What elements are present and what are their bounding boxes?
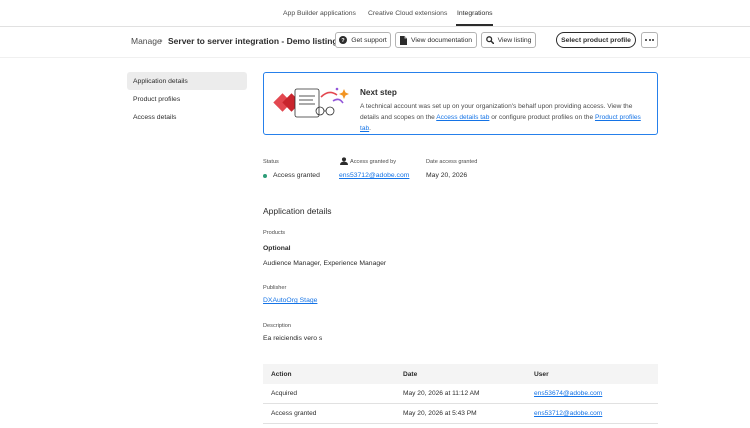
tab-app-builder-applications[interactable]: App Builder applications xyxy=(283,10,356,17)
row-user-link[interactable]: ens53674@adobe.com xyxy=(534,390,602,397)
more-actions-button[interactable] xyxy=(641,32,658,48)
side-navigation: Application details Product profiles Acc… xyxy=(127,72,247,126)
view-listing-button[interactable]: View listing xyxy=(481,32,536,48)
search-icon xyxy=(485,36,494,44)
view-listing-label: View listing xyxy=(497,36,532,44)
user-icon xyxy=(340,157,348,167)
next-step-text-part: . xyxy=(369,125,372,132)
more-icon xyxy=(645,39,654,41)
access-granted-by-link[interactable]: ens53712@adobe.com xyxy=(339,172,409,179)
breadcrumb-manage[interactable]: Manage xyxy=(131,36,162,46)
row-action: Access granted xyxy=(271,410,317,417)
history-table: Action Date User Acquired May 20, 2026 a… xyxy=(263,364,658,424)
next-step-card: Next step A technical account was set up… xyxy=(263,72,658,135)
document-icon xyxy=(399,35,407,45)
row-date: May 20, 2026 at 5:43 PM xyxy=(403,410,477,417)
table-row: Access granted May 20, 2026 at 5:43 PM e… xyxy=(263,404,658,424)
products-label: Products xyxy=(263,230,286,236)
status-label: Status xyxy=(263,159,279,165)
breadcrumb-separator: › xyxy=(160,36,163,45)
view-documentation-label: View documentation xyxy=(410,36,473,44)
row-action: Acquired xyxy=(271,390,298,397)
access-details-tab-link[interactable]: Access details tab xyxy=(436,114,489,121)
next-step-text-part: or configure product profiles on the xyxy=(489,114,595,121)
next-step-text: A technical account was set up on your o… xyxy=(360,101,652,134)
page-title: Server to server integration - Demo list… xyxy=(168,36,338,46)
date-access-granted-value: May 20, 2026 xyxy=(426,172,468,179)
select-product-profile-button[interactable]: Select product profile xyxy=(556,32,636,48)
application-details-heading: Application details xyxy=(263,206,332,216)
tab-creative-cloud-extensions[interactable]: Creative Cloud extensions xyxy=(368,10,447,17)
active-tab-indicator xyxy=(456,24,493,26)
view-documentation-button[interactable]: View documentation xyxy=(395,32,477,48)
publisher-label: Publisher xyxy=(263,285,287,291)
sidenav-item-application-details[interactable]: Application details xyxy=(127,72,247,90)
sidenav-item-access-details[interactable]: Access details xyxy=(127,108,247,126)
get-support-button[interactable]: ? Get support xyxy=(335,32,391,48)
products-value: Audience Manager, Experience Manager xyxy=(263,260,387,267)
sidenav-item-product-profiles[interactable]: Product profiles xyxy=(127,90,247,108)
top-tab-bar: App Builder applications Creative Cloud … xyxy=(0,0,750,27)
get-support-label: Get support xyxy=(351,36,387,44)
table-row: Acquired May 20, 2026 at 11:12 AM ens536… xyxy=(263,384,658,404)
column-header-date[interactable]: Date xyxy=(403,371,417,378)
row-user-link[interactable]: ens53712@adobe.com xyxy=(534,410,602,417)
svg-text:?: ? xyxy=(342,38,346,44)
header-divider xyxy=(0,57,750,58)
table-header-row: Action Date User xyxy=(263,364,658,384)
next-step-title: Next step xyxy=(360,88,397,97)
status-value: Access granted xyxy=(273,172,320,179)
date-access-granted-label: Date access granted xyxy=(426,159,478,165)
next-step-illustration xyxy=(273,85,351,125)
column-header-user[interactable]: User xyxy=(534,371,549,378)
description-label: Description xyxy=(263,323,291,329)
tab-integrations[interactable]: Integrations xyxy=(457,10,493,17)
products-heading: Optional xyxy=(263,245,291,252)
row-date: May 20, 2026 at 11:12 AM xyxy=(403,390,480,397)
description-value: Ea reiciendis vero s xyxy=(263,335,323,342)
column-header-action[interactable]: Action xyxy=(271,371,292,378)
status-indicator-dot xyxy=(263,174,267,178)
publisher-link[interactable]: DXAutoOrg Stage xyxy=(263,297,317,304)
access-granted-by-label: Access granted by xyxy=(350,159,397,165)
help-icon: ? xyxy=(339,36,348,44)
page-header: Manage › Server to server integration - … xyxy=(0,27,750,57)
